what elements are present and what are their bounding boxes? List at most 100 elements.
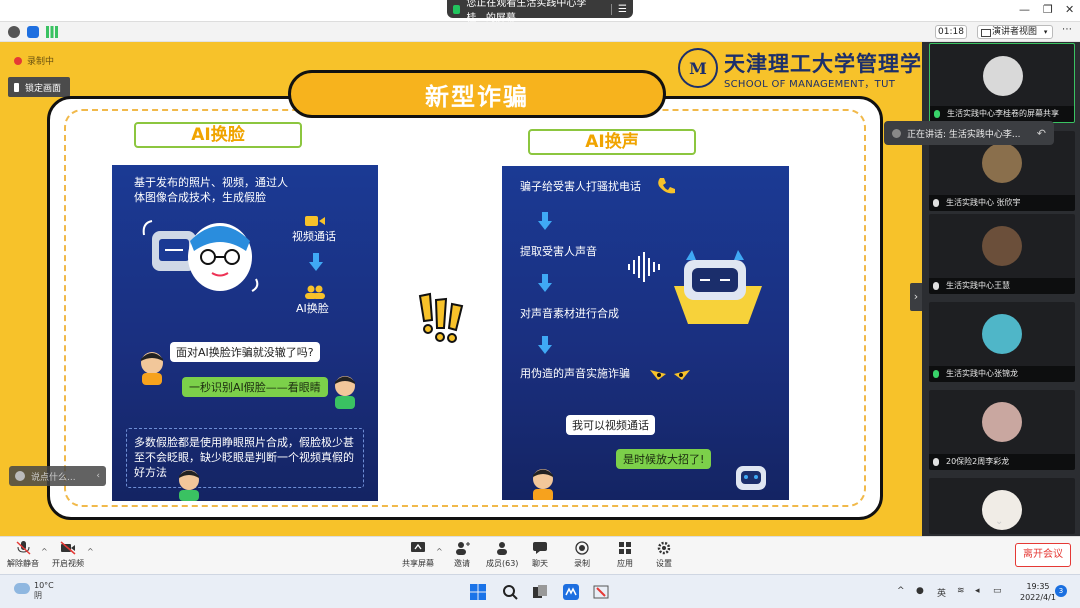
step-scam-call: 骗子给受害人打骚扰电话 <box>520 180 641 193</box>
phone-icon <box>658 178 675 194</box>
chat-button[interactable]: 聊天 <box>532 541 548 569</box>
section-label-ai-voice: AI换声 <box>528 129 696 155</box>
participant-tile[interactable]: 生活实践中心李桂卷的屏幕共享 <box>929 43 1075 123</box>
start-video-button[interactable]: 开启视频 <box>52 541 84 569</box>
video-call-bubble: 我可以视频通话 <box>566 415 655 435</box>
system-clock[interactable]: 19:35 2022/4/1 <box>1020 581 1056 603</box>
mic-muted-icon <box>933 458 939 466</box>
ai-face-panel: 基于发布的照片、视频，通过人体图像合成技术，生成假脸 视频通话 AI换脸 面对A… <box>112 165 378 501</box>
share-notice-text: 您正在观看生活实践中心李桂...的屏幕 <box>466 0 587 24</box>
clock-time: 19:35 <box>1026 582 1050 591</box>
lock-view-button[interactable]: 锁定画面 <box>8 77 70 97</box>
section-label-ai-face: AI换脸 <box>134 122 302 148</box>
avatar <box>982 143 1022 183</box>
man-avatar-icon-2 <box>335 376 355 409</box>
chat-input[interactable]: 说点什么... ‹ <box>9 466 106 486</box>
blink-note: 多数假脸都是使用睁眼照片合成，假脸极少甚至不会眨眼，缺少眨眼是判断一个视频真假的… <box>134 436 354 479</box>
volume-icon[interactable]: ◂ <box>975 586 980 596</box>
ai-voice-panel: 骗子给受害人打骚扰电话 提取受害人声音 对声音素材进行合成 用伪造的声音实施诈骗… <box>502 166 789 500</box>
participant-tile[interactable]: 生活实践中心王慧 <box>929 214 1075 294</box>
share-screen-label: 共享屏幕 <box>402 559 434 568</box>
shared-screen-stage: 录制中 锁定画面 M 天津理工大学管理学院 SCHOOL OF MANAGEME… <box>0 42 922 536</box>
microphone-icon[interactable]: ● <box>916 586 924 596</box>
man-avatar-icon-4 <box>533 469 553 500</box>
speaker-avatar <box>892 128 901 138</box>
members-button[interactable]: 成员(63) <box>486 541 518 569</box>
participant-tile[interactable]: ⌄ <box>929 478 1075 534</box>
battery-icon[interactable]: ▭ <box>993 586 1002 596</box>
unmute-button[interactable]: 解除静音 <box>7 541 39 569</box>
sidebar-collapse-toggle[interactable]: › <box>910 283 922 311</box>
share-screen-button[interactable]: 共享屏幕 <box>402 541 434 569</box>
share-status-icon <box>453 4 461 14</box>
question-bubble: 面对AI换脸诈骗就没辙了吗? <box>170 342 320 362</box>
window-title-bar: 您正在观看生活实践中心李桂...的屏幕 ☰ — ❐ ✕ <box>0 0 1080 24</box>
chat-placeholder: 说点什么... <box>31 472 76 483</box>
invite-label: 邀请 <box>454 559 470 568</box>
leave-meeting-button[interactable]: 离开会议 <box>1015 543 1071 567</box>
restore-icon[interactable]: ❐ <box>1043 3 1053 16</box>
mic-icon <box>934 110 940 118</box>
share-screen-icon <box>411 542 425 552</box>
apps-label: 应用 <box>617 559 633 568</box>
chevron-up-icon[interactable]: ^ <box>897 586 905 596</box>
search-icon[interactable] <box>502 584 518 600</box>
minimize-icon[interactable]: — <box>1019 3 1030 16</box>
slide-title: 新型诈骗 <box>288 70 666 118</box>
arrow-down-icon <box>538 336 552 354</box>
lock-view-label: 锁定画面 <box>25 83 62 94</box>
chevron-up-icon[interactable]: ^ <box>41 547 48 556</box>
windows-start-icon[interactable] <box>470 584 486 600</box>
arrow-down-icon <box>309 253 323 271</box>
signal-icon[interactable] <box>46 26 58 38</box>
return-icon[interactable]: ↶ <box>1037 127 1046 140</box>
participant-tile[interactable]: 生活实践中心张锦龙 <box>929 302 1075 382</box>
notification-badge[interactable]: 3 <box>1055 585 1067 597</box>
school-name-cn: 天津理工大学管理学院 <box>724 51 922 76</box>
step-extract-voice: 提取受害人声音 <box>520 245 597 258</box>
gear-icon <box>657 541 671 555</box>
shield-icon[interactable] <box>27 26 39 38</box>
record-button[interactable]: 录制 <box>574 541 590 569</box>
emoji-icon[interactable] <box>15 471 25 481</box>
menu-icon[interactable]: ☰ <box>618 4 627 15</box>
divider <box>611 3 613 15</box>
add-user-icon <box>456 542 470 555</box>
pin-icon <box>14 82 19 92</box>
emblem-letter: M <box>689 58 707 78</box>
mic-muted-icon <box>933 199 939 207</box>
chevron-up-icon[interactable]: ^ <box>436 547 443 556</box>
settings-button[interactable]: 设置 <box>656 541 672 569</box>
weather-widget[interactable]: 10°C 阴 <box>14 581 54 601</box>
participant-tile[interactable]: 20保险2周李彩龙 <box>929 390 1075 470</box>
answer-bubble: 一秒识别AI假脸——看眼睛 <box>182 377 328 397</box>
snipping-tool-icon[interactable] <box>593 584 609 600</box>
task-view-icon[interactable] <box>532 584 548 600</box>
screen-share-notice[interactable]: 您正在观看生活实践中心李桂...的屏幕 ☰ <box>447 0 633 24</box>
arrow-down-icon <box>538 274 552 292</box>
ime-indicator[interactable]: 英 <box>937 586 946 599</box>
school-emblem-icon: M <box>678 48 718 88</box>
chevron-down-icon: ▾ <box>1043 28 1048 36</box>
start-video-label: 开启视频 <box>52 559 84 568</box>
participant-name: 生活实践中心张锦龙 <box>929 366 1075 382</box>
close-icon[interactable]: ✕ <box>1065 3 1074 16</box>
chevron-up-icon[interactable]: ^ <box>87 547 94 556</box>
chevron-left-icon[interactable]: ‹ <box>96 471 100 481</box>
meeting-app-icon[interactable] <box>563 584 579 600</box>
more-icon[interactable]: ⋯ <box>1062 24 1072 35</box>
network-icon[interactable]: ≋ <box>957 586 965 596</box>
apps-button[interactable]: 应用 <box>617 541 633 569</box>
man-avatar-icon <box>141 352 163 385</box>
recording-indicator: 录制中 <box>14 54 54 67</box>
view-mode-select[interactable]: 演讲者视图 ▾ <box>977 25 1053 39</box>
info-icon[interactable] <box>8 26 20 38</box>
speaking-indicator[interactable]: 正在讲话: 生活实践中心李... ↶ <box>884 121 1054 145</box>
invite-button[interactable]: 邀请 <box>454 541 470 569</box>
scroll-down-icon[interactable]: ⌄ <box>995 516 1003 527</box>
chat-label: 聊天 <box>532 559 548 568</box>
users-icon <box>305 285 325 299</box>
avatar <box>983 56 1023 96</box>
avatar <box>982 314 1022 354</box>
meeting-timer: 01:18 <box>935 25 967 39</box>
